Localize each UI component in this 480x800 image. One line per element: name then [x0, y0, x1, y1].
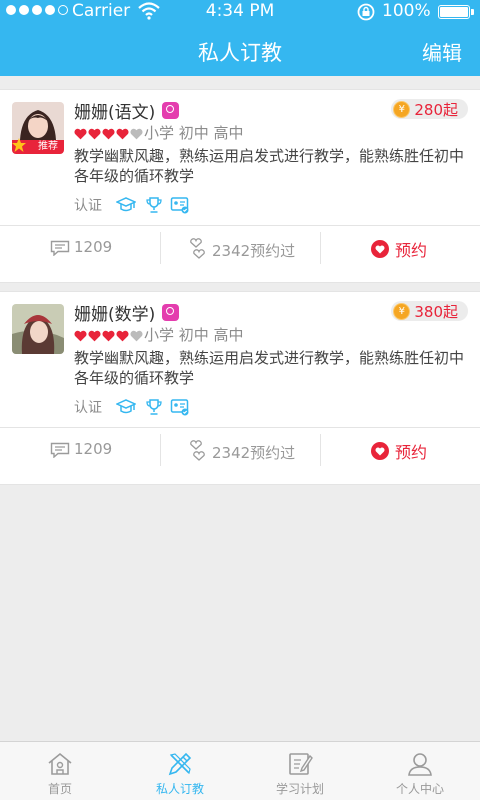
heart-icon	[88, 330, 101, 342]
certify-label: 认证	[74, 198, 102, 214]
comment-icon[interactable]	[50, 240, 70, 256]
heart-empty-icon	[130, 128, 143, 140]
rotation-lock-icon	[357, 3, 375, 21]
coin-icon: ¥	[393, 100, 411, 118]
person-icon	[408, 753, 432, 776]
teacher-description: 教学幽默风趣，熟练运用启发式进行教学，能熟练胜任初中各年级的循环教学	[74, 147, 465, 185]
price-value: 280起	[414, 100, 458, 119]
rating-hearts	[74, 330, 143, 342]
tab-study-plan[interactable]: 学习计划	[240, 742, 360, 800]
comment-count[interactable]: 1209	[74, 238, 112, 256]
booked-count: 2342预约过	[212, 242, 296, 260]
female-icon	[162, 304, 179, 321]
certify-label: 认证	[74, 400, 102, 416]
tab-label: 学习计划	[275, 782, 324, 796]
rating-hearts	[74, 128, 143, 140]
graduation-cap-icon	[116, 197, 136, 212]
heart-icon	[88, 128, 101, 140]
tab-label: 私人订教	[155, 782, 204, 796]
divider	[320, 434, 321, 466]
card-footer: 1209 2342预约过 预约	[0, 225, 480, 270]
trophy-icon	[146, 197, 162, 213]
tab-profile[interactable]: 个人中心	[360, 742, 480, 800]
price-tag: ¥ 280起	[391, 99, 468, 119]
teacher-card[interactable]: 推荐 姗姗(语文) ¥ 280起 小学 初中 高中 教学幽默风趣，熟练运用启发式…	[0, 89, 480, 283]
divider	[320, 232, 321, 264]
heart-filled-icon[interactable]	[371, 442, 389, 460]
booked-hearts-icon	[190, 238, 205, 259]
comment-icon[interactable]	[50, 442, 70, 458]
tab-label: 个人中心	[395, 782, 444, 796]
home-icon	[48, 752, 72, 775]
teaching-levels: 小学 初中 高中	[144, 124, 244, 142]
trophy-icon	[146, 399, 162, 415]
nav-bar: 私人订教 编辑	[0, 24, 480, 76]
heart-icon	[74, 330, 87, 342]
price-value: 380起	[414, 302, 458, 321]
heart-icon	[74, 128, 87, 140]
divider	[160, 232, 161, 264]
tab-home[interactable]: 首页	[0, 742, 120, 800]
comment-count[interactable]: 1209	[74, 440, 112, 458]
price-tag: ¥ 380起	[391, 301, 468, 321]
teacher-card[interactable]: 姗姗(数学) ¥ 380起 小学 初中 高中 教学幽默风趣，熟练运用启发式进行教…	[0, 291, 480, 485]
battery-tip	[471, 9, 474, 15]
edit-button[interactable]: 编辑	[422, 37, 462, 66]
teacher-name: 姗姗(数学)	[74, 305, 156, 325]
reserve-button[interactable]: 预约	[395, 439, 427, 463]
id-card-verified-icon	[170, 399, 189, 416]
booked-count: 2342预约过	[212, 444, 296, 462]
heart-icon	[116, 330, 129, 342]
heart-icon	[102, 330, 115, 342]
battery-percentage: 100%	[382, 1, 431, 21]
teacher-name: 姗姗(语文)	[74, 103, 156, 123]
pencil-ruler-icon	[168, 752, 192, 776]
star-icon	[12, 138, 26, 152]
heart-empty-icon	[130, 330, 143, 342]
heart-icon	[102, 128, 115, 140]
teaching-levels: 小学 初中 高中	[144, 326, 244, 344]
graduation-cap-icon	[116, 399, 136, 414]
heart-icon	[116, 128, 129, 140]
page-title: 私人订教	[198, 41, 282, 65]
heart-filled-icon[interactable]	[371, 240, 389, 258]
tab-private-tutoring[interactable]: 私人订教	[120, 742, 240, 800]
divider	[160, 434, 161, 466]
card-footer: 1209 2342预约过 预约	[0, 427, 480, 472]
notepad-icon	[289, 753, 313, 775]
id-card-verified-icon	[170, 197, 189, 214]
teacher-description: 教学幽默风趣，熟练运用启发式进行教学，能熟练胜任初中各年级的循环教学	[74, 349, 465, 387]
tab-bar: 首页 私人订教 学习计划 个人中心	[0, 741, 480, 800]
tab-label: 首页	[47, 782, 72, 796]
booked-hearts-icon	[190, 440, 205, 461]
reserve-button[interactable]: 预约	[395, 237, 427, 261]
battery-icon	[438, 5, 470, 19]
teacher-avatar[interactable]	[12, 304, 64, 354]
status-bar: Carrier 4:34 PM 100%	[0, 0, 480, 24]
coin-icon: ¥	[393, 302, 411, 320]
female-icon	[162, 102, 179, 119]
